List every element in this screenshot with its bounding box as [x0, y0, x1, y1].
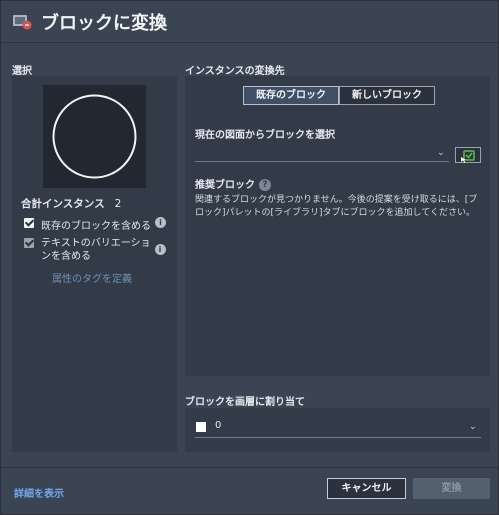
block-select-dropdown[interactable] [195, 144, 449, 162]
selection-section-label: 選択 [12, 66, 32, 77]
include-existing-block-checkbox[interactable] [24, 218, 34, 228]
total-instances-label: 合計インスタンス [21, 198, 105, 210]
layer-select-value: 0 [215, 420, 222, 431]
circle-preview-graphic [52, 94, 137, 179]
footer-divider [1, 467, 498, 468]
title-bar: ブロックに変換 [1, 1, 498, 43]
include-text-variations-label: テキストのバリエーショ ンを含める [41, 237, 151, 263]
select-from-drawing-label: 現在の図面からブロックを選択 [195, 130, 335, 141]
selection-panel: 合計インスタンス 2 既存のブロックを含める i テキストのバリエーショ ンを含め… [12, 76, 177, 452]
cancel-button[interactable]: キャンセル [327, 478, 406, 499]
layer-color-swatch [196, 422, 206, 432]
convert-target-section-label: インスタンスの変換先 [185, 66, 285, 77]
help-icon[interactable]: ? [259, 179, 271, 191]
block-select-underline [195, 161, 449, 162]
convert-button[interactable]: 変換 [413, 478, 490, 499]
info-icon[interactable]: i [155, 217, 166, 228]
include-text-variations-checkbox[interactable] [24, 238, 34, 248]
include-text-variations-label-line1: テキストのバリエーショ [41, 238, 151, 249]
pick-block-button[interactable] [455, 147, 481, 163]
chevron-down-icon[interactable]: ⌄ [437, 148, 445, 158]
total-instances-value: 2 [114, 198, 122, 210]
recommended-block-heading: 推奨ブロック? [195, 176, 271, 191]
show-details-link[interactable]: 詳細を表示 [14, 485, 64, 500]
chevron-down-icon[interactable]: ⌄ [469, 422, 477, 432]
include-existing-block-label: 既存のブロックを含める [41, 221, 151, 232]
tab-existing-block[interactable]: 既存のブロック [243, 86, 339, 105]
selection-preview [43, 85, 146, 188]
include-text-variations-option[interactable]: テキストのバリエーショ ンを含める i [24, 237, 166, 263]
convert-to-block-dialog: ブロックに変換 選択 合計インスタンス 2 既存のブロックを含める i テキストの… [0, 0, 499, 515]
include-text-variations-label-line2: ンを含める [41, 251, 91, 262]
recommended-block-description: 関連するブロックが見つかりません。今後の提案を受け取るには、[ブロック]パレット… [195, 195, 478, 218]
layer-select-dropdown[interactable]: 0 ⌄ [185, 408, 490, 452]
block-convert-icon [12, 12, 32, 30]
recommended-block-label: 推奨ブロック [195, 180, 255, 191]
tab-new-block[interactable]: 新しいブロック [339, 86, 435, 105]
define-attribute-tags-link[interactable]: 属性のタグを定義 [52, 270, 132, 285]
target-tabs: 既存のブロック 新しいブロック [243, 86, 435, 105]
assign-layer-section-label: ブロックを画層に割り当て [185, 397, 305, 408]
info-icon[interactable]: i [154, 244, 166, 255]
include-existing-block-option[interactable]: 既存のブロックを含める i [24, 217, 166, 232]
pick-block-icon [461, 150, 475, 163]
total-instances: 合計インスタンス 2 [21, 196, 121, 211]
convert-target-panel: 既存のブロック 新しいブロック 現在の図面からブロックを選択 ⌄ 推奨ブロック?… [185, 76, 490, 376]
layer-select-underline [195, 437, 481, 438]
dialog-title: ブロックに変換 [41, 13, 167, 34]
